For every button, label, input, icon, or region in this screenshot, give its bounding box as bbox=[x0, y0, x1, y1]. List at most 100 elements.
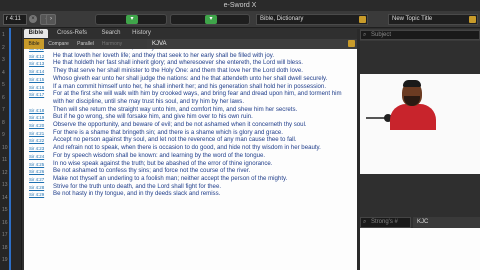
topic-select-label: New Topic Title bbox=[392, 16, 433, 22]
gutter-number: 19 bbox=[2, 257, 8, 263]
gutter-number: 8 bbox=[2, 119, 5, 126]
strongs-content bbox=[360, 228, 480, 270]
gutter-number: 7 bbox=[2, 107, 5, 113]
subject-search-input[interactable]: ⌕ Subject bbox=[360, 30, 480, 40]
forward-button[interactable]: › bbox=[46, 14, 56, 25]
main-toolbar: r 4:11 × ‹ › ▾ ▾ Bible, Dictionary New T… bbox=[0, 11, 480, 28]
app-window: e-Sword X r 4:11 × ‹ › ▾ ▾ Bible, Dictio… bbox=[0, 0, 480, 270]
gutter-number: 15 bbox=[2, 207, 8, 213]
verse-text: Then will she return the straight way un… bbox=[53, 105, 298, 113]
verse-row[interactable]: Sir 4:18 Then will she return the straigh… bbox=[24, 106, 357, 114]
tab-cross-refs[interactable]: Cross-Refs bbox=[50, 29, 94, 38]
gutter-number: 13 bbox=[2, 182, 8, 188]
gutter-number: 2 bbox=[2, 44, 5, 51]
presenter-shirt bbox=[390, 104, 436, 130]
verse-reference-link[interactable]: Sir 4:29 bbox=[29, 191, 44, 199]
window-title: e-Sword X bbox=[0, 0, 480, 11]
verse-row[interactable]: Sir 4:22 Accept no person against thy sou… bbox=[24, 136, 357, 144]
chevron-down-icon[interactable]: ▾ bbox=[126, 15, 138, 24]
version-label: KJVA bbox=[152, 41, 167, 47]
gutter-number: 1 bbox=[2, 32, 5, 38]
left-gutter: 1 2 3 4 5 6 7 8 9 10 11 12 13 14 15 16 17 18 19 bbox=[0, 28, 22, 270]
verse-row[interactable]: Sir 4:21 For there is a shame that bringe… bbox=[24, 129, 357, 137]
dictionary-panel bbox=[360, 174, 480, 216]
dropdown-arrow-icon[interactable] bbox=[359, 16, 366, 23]
verse-text: For by speech wisdom shall be known: and… bbox=[53, 151, 266, 159]
gutter-number: 6 bbox=[2, 94, 5, 101]
version-selector[interactable]: KJVA bbox=[147, 39, 357, 49]
gutter-number: 4 bbox=[2, 69, 5, 76]
verse-text: In no wise speak against the truth; but … bbox=[53, 159, 273, 167]
gutter-number: 11 bbox=[2, 157, 8, 163]
dictionary-select-label: Bible, Dictionary bbox=[260, 16, 304, 22]
commentary-select[interactable]: ▾ bbox=[170, 14, 250, 25]
verse-row[interactable]: Sir 4:24 For by speech wisdom shall be kn… bbox=[24, 152, 357, 160]
gutter-number: 5 bbox=[2, 82, 5, 88]
verse-row[interactable]: Sir 4:12 He that loveth her loveth life; … bbox=[24, 52, 357, 60]
dictionary-select[interactable]: Bible, Dictionary bbox=[256, 14, 368, 25]
verse-row[interactable]: Sir 4:19 But if he go wrong, she will for… bbox=[24, 113, 357, 121]
dropdown-arrow-icon[interactable] bbox=[469, 16, 476, 23]
verse-row[interactable]: Sir 4:14 They that serve her shall minist… bbox=[24, 67, 357, 75]
gutter-number: 14 bbox=[2, 194, 8, 201]
gutter-number: 12 bbox=[2, 169, 8, 176]
verse-reference-input[interactable]: r 4:11 bbox=[3, 14, 27, 25]
subject-placeholder: Subject bbox=[371, 32, 392, 38]
subtab-parallel[interactable]: Parallel bbox=[73, 39, 98, 49]
verse-row[interactable]: Sir 4:13 He that holdeth her fast shall i… bbox=[24, 59, 357, 67]
chevron-down-icon[interactable]: ▾ bbox=[205, 15, 217, 24]
gutter-number: 10 bbox=[2, 144, 8, 151]
search-icon: ⌕ bbox=[363, 219, 367, 225]
gutter-number: 18 bbox=[2, 244, 8, 251]
presenter-cap bbox=[403, 80, 421, 87]
verse-text: If a man commit himself unto her, he sha… bbox=[53, 82, 327, 90]
verse-reference-link[interactable]: Sir 4:17 bbox=[29, 91, 44, 99]
active-indicator bbox=[9, 28, 11, 270]
clear-reference-icon[interactable]: × bbox=[29, 15, 37, 23]
bible-subtabs: Bible Compare Parallel Harmony bbox=[24, 39, 157, 49]
gutter-number: 16 bbox=[2, 219, 8, 226]
topic-select[interactable]: New Topic Title bbox=[388, 14, 478, 25]
verse-text: Be not ashamed to confess thy sins; and … bbox=[53, 167, 251, 175]
verse-row[interactable]: Sir 4:26 Be not ashamed to confess thy si… bbox=[24, 167, 357, 175]
strongs-version-label[interactable]: KJC bbox=[413, 217, 480, 228]
verse-text: For at the first she will walk with him … bbox=[53, 90, 342, 105]
verse-text: Strive for the truth unto death, and the… bbox=[53, 182, 222, 190]
tab-history[interactable]: History bbox=[126, 29, 157, 38]
subtab-compare[interactable]: Compare bbox=[45, 39, 72, 49]
bible-book-select[interactable]: ▾ bbox=[95, 14, 167, 25]
verse-text: He that holdeth her fast shall inherit g… bbox=[53, 59, 303, 67]
strongs-placeholder: Strong's # bbox=[371, 219, 398, 225]
search-icon: ⌕ bbox=[363, 32, 367, 38]
verse-row[interactable]: Sir 4:17 For at the first she will walk w… bbox=[24, 90, 357, 105]
verse-row[interactable]: Sir 4:25 In no wise speak against the tru… bbox=[24, 160, 357, 168]
verse-row[interactable]: Sir 4:16 If a man commit himself unto her… bbox=[24, 83, 357, 91]
verse-list[interactable]: Sir 4:11Wisdom exalteth her children, an… bbox=[24, 49, 357, 270]
subtab-bible[interactable]: Bible bbox=[24, 39, 44, 49]
bible-panel-tabs: Bible Cross-Refs Search History bbox=[24, 29, 157, 38]
verse-row[interactable]: Sir 4:28 Strive for the truth unto death,… bbox=[24, 183, 357, 191]
strongs-search-input[interactable]: ⌕ Strong's # bbox=[360, 217, 411, 228]
verse-text: And refrain not to speak, when there is … bbox=[53, 144, 321, 152]
verse-row[interactable]: Sir 4:15 Whoso giveth ear unto her shall … bbox=[24, 75, 357, 83]
tab-bible[interactable]: Bible bbox=[24, 29, 48, 38]
verse-text: Whoso giveth ear unto her shall judge th… bbox=[53, 74, 328, 82]
gutter-number: 3 bbox=[2, 57, 5, 63]
verse-row[interactable]: Sir 4:27 Make not thyself an underling to… bbox=[24, 175, 357, 183]
verse-text: He that loveth her loveth life; and they… bbox=[53, 51, 275, 59]
tab-search[interactable]: Search bbox=[96, 29, 126, 38]
subtab-harmony[interactable]: Harmony bbox=[98, 39, 126, 49]
verse-text: They that serve her shall minister to th… bbox=[53, 67, 303, 75]
gutter-number: 17 bbox=[2, 232, 8, 238]
verse-text: But if he go wrong, she will forsake him… bbox=[53, 113, 253, 121]
verse-row[interactable]: Sir 4:20 Observe the opportunity, and bew… bbox=[24, 121, 357, 129]
dropdown-arrow-icon[interactable] bbox=[348, 40, 355, 47]
verse-row[interactable]: Sir 4:23 And refrain not to speak, when t… bbox=[24, 144, 357, 152]
webcam-overlay bbox=[360, 74, 480, 174]
verse-text: Accept no person against thy soul, and l… bbox=[53, 136, 297, 144]
verse-row[interactable]: Sir 4:29 Be not hasty in thy tongue, and … bbox=[24, 190, 357, 198]
verse-text: Observe the opportunity, and beware of e… bbox=[53, 121, 307, 129]
verse-text: Make not thyself an underling to a fooli… bbox=[53, 174, 288, 182]
verse-text: For there is a shame that bringeth sin; … bbox=[53, 128, 283, 136]
gutter-number: 9 bbox=[2, 132, 5, 138]
